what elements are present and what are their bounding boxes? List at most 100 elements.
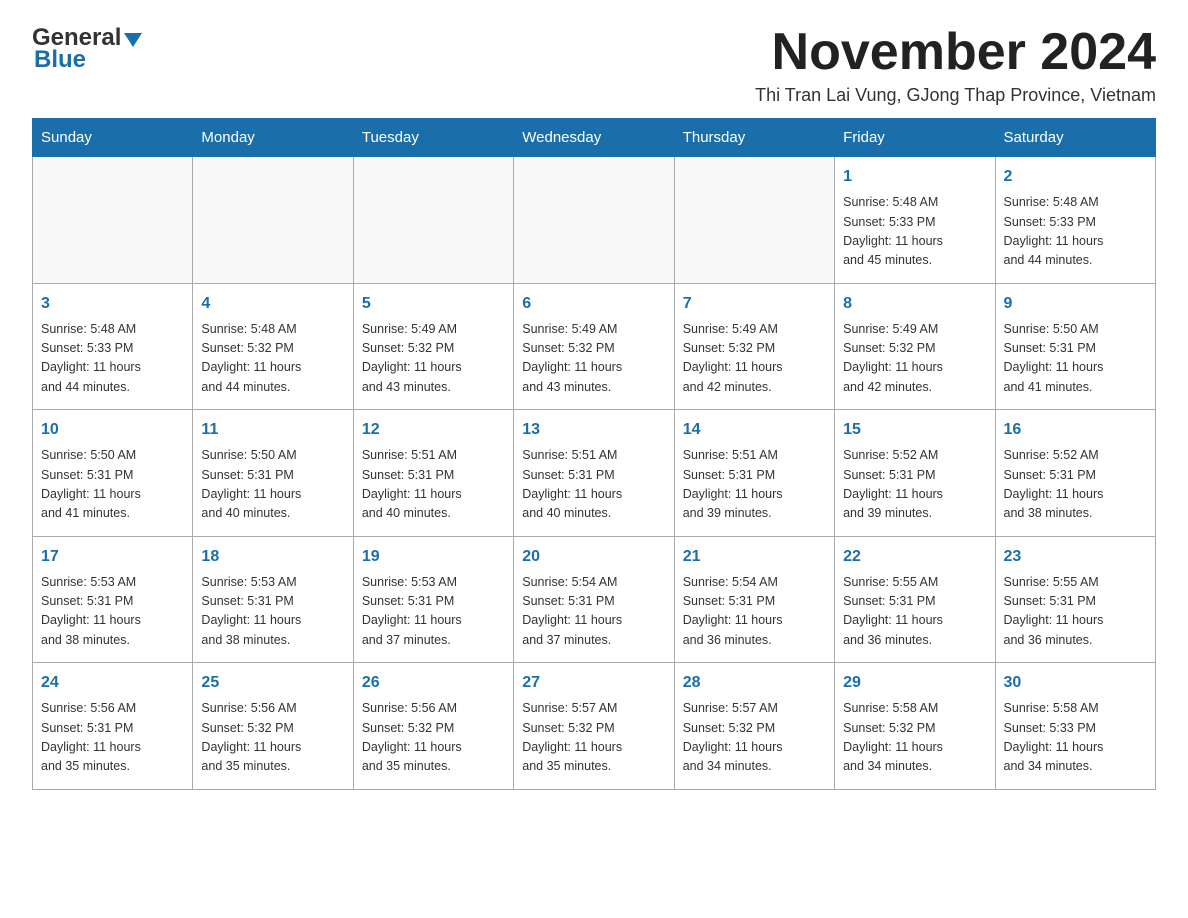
day-number: 14 xyxy=(683,418,826,442)
day-info: Sunrise: 5:56 AM Sunset: 5:32 PM Dayligh… xyxy=(201,699,344,777)
weekday-header-saturday: Saturday xyxy=(995,119,1155,157)
calendar-cell: 17 Sunrise: 5:53 AM Sunset: 5:31 PM Dayli… xyxy=(33,536,193,663)
calendar-cell: 9Sunrise: 5:50 AM Sunset: 5:31 PM Daylig… xyxy=(995,283,1155,410)
day-number: 26 xyxy=(362,671,505,695)
calendar-cell: 3 Sunrise: 5:48 AM Sunset: 5:33 PM Daylig… xyxy=(33,283,193,410)
day-number: 28 xyxy=(683,671,826,695)
day-number: 16 xyxy=(1004,418,1147,442)
day-info: Sunrise: 5:53 AM Sunset: 5:31 PM Dayligh… xyxy=(41,573,184,651)
calendar-week-row: 24 Sunrise: 5:56 AM Sunset: 5:31 PM Dayli… xyxy=(33,663,1156,790)
day-info: Sunrise: 5:53 AM Sunset: 5:31 PM Dayligh… xyxy=(362,573,505,651)
day-number: 24 xyxy=(41,671,184,695)
calendar-cell: 24 Sunrise: 5:56 AM Sunset: 5:31 PM Dayli… xyxy=(33,663,193,790)
calendar-cell: 5 Sunrise: 5:49 AM Sunset: 5:32 PM Daylig… xyxy=(353,283,513,410)
day-number: 17 xyxy=(41,545,184,569)
day-info: Sunrise: 5:53 AM Sunset: 5:31 PM Dayligh… xyxy=(201,573,344,651)
day-info: Sunrise: 5:57 AM Sunset: 5:32 PM Dayligh… xyxy=(522,699,665,777)
calendar-cell: 23 Sunrise: 5:55 AM Sunset: 5:31 PM Dayli… xyxy=(995,536,1155,663)
calendar-cell xyxy=(514,157,674,284)
calendar-cell: 13 Sunrise: 5:51 AM Sunset: 5:31 PM Dayli… xyxy=(514,410,674,537)
day-info: Sunrise: 5:49 AM Sunset: 5:32 PM Dayligh… xyxy=(362,320,505,398)
calendar-cell: 25 Sunrise: 5:56 AM Sunset: 5:32 PM Dayli… xyxy=(193,663,353,790)
calendar-cell: 6 Sunrise: 5:49 AM Sunset: 5:32 PM Daylig… xyxy=(514,283,674,410)
day-number: 12 xyxy=(362,418,505,442)
day-number: 22 xyxy=(843,545,986,569)
day-number: 19 xyxy=(362,545,505,569)
calendar-cell: 11 Sunrise: 5:50 AM Sunset: 5:31 PM Dayli… xyxy=(193,410,353,537)
calendar-cell: 8Sunrise: 5:49 AM Sunset: 5:32 PM Daylig… xyxy=(835,283,995,410)
day-info: Sunrise: 5:50 AM Sunset: 5:31 PM Dayligh… xyxy=(201,446,344,524)
calendar-cell xyxy=(353,157,513,284)
day-info: Sunrise: 5:50 AM Sunset: 5:31 PM Dayligh… xyxy=(41,446,184,524)
weekday-header-monday: Monday xyxy=(193,119,353,157)
day-info: Sunrise: 5:50 AM Sunset: 5:31 PM Dayligh… xyxy=(1004,320,1147,398)
day-number: 7 xyxy=(683,292,826,316)
day-number: 20 xyxy=(522,545,665,569)
day-number: 30 xyxy=(1004,671,1147,695)
day-number: 18 xyxy=(201,545,344,569)
day-info: Sunrise: 5:56 AM Sunset: 5:32 PM Dayligh… xyxy=(362,699,505,777)
calendar-cell: 27Sunrise: 5:57 AM Sunset: 5:32 PM Dayli… xyxy=(514,663,674,790)
day-number: 25 xyxy=(201,671,344,695)
day-info: Sunrise: 5:49 AM Sunset: 5:32 PM Dayligh… xyxy=(683,320,826,398)
calendar-cell: 22 Sunrise: 5:55 AM Sunset: 5:31 PM Dayli… xyxy=(835,536,995,663)
calendar-week-row: 10Sunrise: 5:50 AM Sunset: 5:31 PM Dayli… xyxy=(33,410,1156,537)
calendar-cell: 28Sunrise: 5:57 AM Sunset: 5:32 PM Dayli… xyxy=(674,663,834,790)
day-info: Sunrise: 5:56 AM Sunset: 5:31 PM Dayligh… xyxy=(41,699,184,777)
calendar-cell xyxy=(33,157,193,284)
calendar-cell: 21 Sunrise: 5:54 AM Sunset: 5:31 PM Dayli… xyxy=(674,536,834,663)
day-number: 23 xyxy=(1004,545,1147,569)
month-title: November 2024 xyxy=(755,24,1156,81)
day-info: Sunrise: 5:48 AM Sunset: 5:33 PM Dayligh… xyxy=(41,320,184,398)
logo-blue-text: Blue xyxy=(34,46,86,74)
calendar-table: SundayMondayTuesdayWednesdayThursdayFrid… xyxy=(32,118,1156,790)
day-number: 5 xyxy=(362,292,505,316)
day-info: Sunrise: 5:52 AM Sunset: 5:31 PM Dayligh… xyxy=(1004,446,1147,524)
calendar-header-row: SundayMondayTuesdayWednesdayThursdayFrid… xyxy=(33,119,1156,157)
day-number: 2 xyxy=(1004,165,1147,189)
weekday-header-tuesday: Tuesday xyxy=(353,119,513,157)
day-number: 13 xyxy=(522,418,665,442)
day-info: Sunrise: 5:52 AM Sunset: 5:31 PM Dayligh… xyxy=(843,446,986,524)
calendar-cell: 16 Sunrise: 5:52 AM Sunset: 5:31 PM Dayli… xyxy=(995,410,1155,537)
day-number: 29 xyxy=(843,671,986,695)
day-number: 8 xyxy=(843,292,986,316)
calendar-cell xyxy=(193,157,353,284)
title-block: November 2024 Thi Tran Lai Vung, GJong T… xyxy=(755,24,1156,106)
calendar-week-row: 1 Sunrise: 5:48 AM Sunset: 5:33 PM Daylig… xyxy=(33,157,1156,284)
page-header: General Blue November 2024 Thi Tran Lai … xyxy=(32,24,1156,106)
calendar-week-row: 17 Sunrise: 5:53 AM Sunset: 5:31 PM Dayli… xyxy=(33,536,1156,663)
day-info: Sunrise: 5:51 AM Sunset: 5:31 PM Dayligh… xyxy=(362,446,505,524)
day-number: 3 xyxy=(41,292,184,316)
day-number: 1 xyxy=(843,165,986,189)
day-number: 6 xyxy=(522,292,665,316)
calendar-cell: 15 Sunrise: 5:52 AM Sunset: 5:31 PM Dayli… xyxy=(835,410,995,537)
location-text: Thi Tran Lai Vung, GJong Thap Province, … xyxy=(755,85,1156,106)
day-number: 4 xyxy=(201,292,344,316)
day-info: Sunrise: 5:51 AM Sunset: 5:31 PM Dayligh… xyxy=(522,446,665,524)
calendar-cell: 1 Sunrise: 5:48 AM Sunset: 5:33 PM Daylig… xyxy=(835,157,995,284)
calendar-cell: 10Sunrise: 5:50 AM Sunset: 5:31 PM Dayli… xyxy=(33,410,193,537)
calendar-cell: 7 Sunrise: 5:49 AM Sunset: 5:32 PM Daylig… xyxy=(674,283,834,410)
weekday-header-thursday: Thursday xyxy=(674,119,834,157)
calendar-cell: 12 Sunrise: 5:51 AM Sunset: 5:31 PM Dayli… xyxy=(353,410,513,537)
day-info: Sunrise: 5:48 AM Sunset: 5:32 PM Dayligh… xyxy=(201,320,344,398)
calendar-cell: 4 Sunrise: 5:48 AM Sunset: 5:32 PM Daylig… xyxy=(193,283,353,410)
day-info: Sunrise: 5:54 AM Sunset: 5:31 PM Dayligh… xyxy=(683,573,826,651)
day-info: Sunrise: 5:49 AM Sunset: 5:32 PM Dayligh… xyxy=(522,320,665,398)
day-info: Sunrise: 5:48 AM Sunset: 5:33 PM Dayligh… xyxy=(1004,193,1147,271)
calendar-cell: 30Sunrise: 5:58 AM Sunset: 5:33 PM Dayli… xyxy=(995,663,1155,790)
day-info: Sunrise: 5:55 AM Sunset: 5:31 PM Dayligh… xyxy=(1004,573,1147,651)
day-info: Sunrise: 5:48 AM Sunset: 5:33 PM Dayligh… xyxy=(843,193,986,271)
calendar-cell: 2 Sunrise: 5:48 AM Sunset: 5:33 PM Daylig… xyxy=(995,157,1155,284)
calendar-cell: 29Sunrise: 5:58 AM Sunset: 5:32 PM Dayli… xyxy=(835,663,995,790)
day-number: 21 xyxy=(683,545,826,569)
weekday-header-wednesday: Wednesday xyxy=(514,119,674,157)
day-info: Sunrise: 5:51 AM Sunset: 5:31 PM Dayligh… xyxy=(683,446,826,524)
day-number: 15 xyxy=(843,418,986,442)
day-number: 11 xyxy=(201,418,344,442)
day-info: Sunrise: 5:55 AM Sunset: 5:31 PM Dayligh… xyxy=(843,573,986,651)
weekday-header-friday: Friday xyxy=(835,119,995,157)
logo: General Blue xyxy=(32,24,142,74)
calendar-cell: 19 Sunrise: 5:53 AM Sunset: 5:31 PM Dayli… xyxy=(353,536,513,663)
